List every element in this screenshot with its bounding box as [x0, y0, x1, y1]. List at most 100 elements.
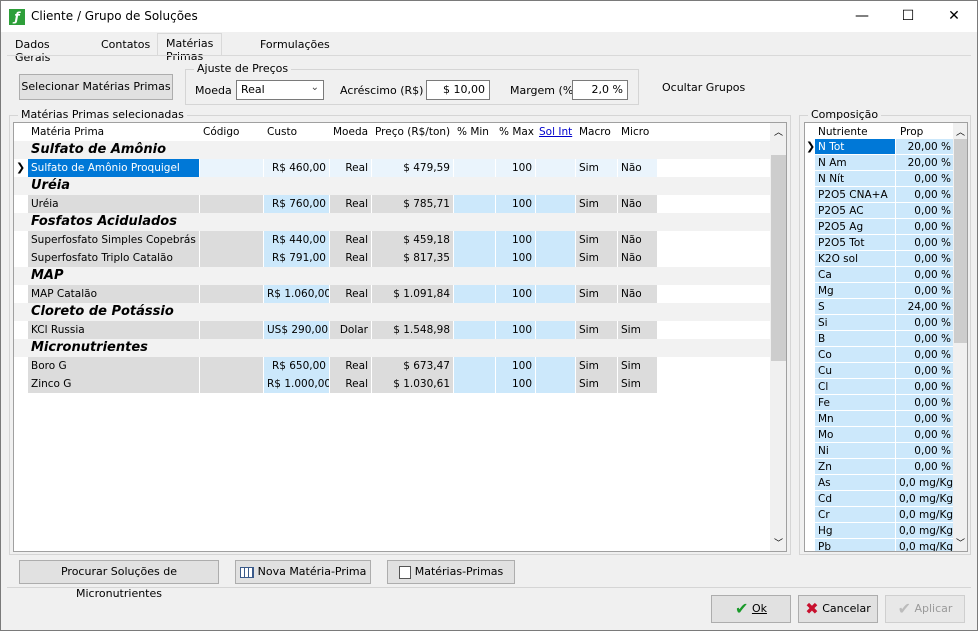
table-row[interactable]: Co 0,00 % — [805, 347, 954, 363]
table-cell[interactable] — [200, 357, 264, 375]
table-cell[interactable] — [200, 195, 264, 213]
table-row[interactable]: Cd 0,0 mg/Kg — [805, 491, 954, 507]
table-row[interactable]: N Nít 0,00 % — [805, 171, 954, 187]
table-cell[interactable]: $ 459,18 — [372, 231, 454, 249]
table-cell[interactable]: Não — [618, 195, 658, 213]
select-materials-button[interactable]: Selecionar Matérias Primas — [19, 74, 173, 100]
table-row[interactable]: Superfosfato Simples Copebrás R$ 440,00 Re… — [14, 231, 658, 249]
margem-input[interactable]: 2,0 % — [572, 80, 628, 100]
table-row[interactable]: KCl Russia US$ 290,00 Dolar $ 1.548,98 100 Si… — [14, 321, 658, 339]
hide-groups-link[interactable]: Ocultar Grupos — [662, 81, 745, 94]
table-cell[interactable]: Sim — [576, 249, 618, 267]
table-cell[interactable]: Sim — [618, 321, 658, 339]
table-cell[interactable]: Sim — [576, 285, 618, 303]
table-cell[interactable]: Sulfato de Amônio Proquigel — [28, 159, 200, 177]
table-row[interactable]: MAP Catalão R$ 1.060,00 Real $ 1.091,84 100 S… — [14, 285, 658, 303]
table-cell[interactable]: Não — [618, 249, 658, 267]
table-cell[interactable]: Não — [618, 231, 658, 249]
scroll-up-icon[interactable]: ︿ — [774, 125, 783, 138]
table-cell[interactable]: Dolar — [330, 321, 372, 339]
table-cell[interactable]: R$ 440,00 — [264, 231, 330, 249]
table-cell[interactable] — [200, 321, 264, 339]
table-cell[interactable] — [536, 321, 576, 339]
table-cell[interactable]: Sim — [618, 375, 658, 393]
table-row[interactable]: As 0,0 mg/Kg — [805, 475, 954, 491]
table-cell[interactable]: $ 1.091,84 — [372, 285, 454, 303]
table-cell[interactable]: Real — [330, 195, 372, 213]
column-header[interactable]: Matéria Prima — [28, 123, 200, 141]
scroll-thumb[interactable] — [771, 155, 786, 361]
table-cell[interactable] — [536, 159, 576, 177]
table-cell[interactable]: Sim — [618, 357, 658, 375]
table-cell[interactable]: 100 — [496, 375, 536, 393]
table-cell[interactable]: US$ 290,00 — [264, 321, 330, 339]
table-row[interactable]: Zn 0,00 % — [805, 459, 954, 475]
table-cell[interactable]: Sim — [576, 231, 618, 249]
table-cell[interactable]: 100 — [496, 159, 536, 177]
column-header[interactable]: Moeda — [330, 123, 372, 141]
table-row[interactable]: Mn 0,00 % — [805, 411, 954, 427]
table-cell[interactable]: $ 817,35 — [372, 249, 454, 267]
table-cell[interactable]: Sim — [576, 375, 618, 393]
table-cell[interactable]: Boro G — [28, 357, 200, 375]
table-cell[interactable]: Zinco G — [28, 375, 200, 393]
table-row[interactable]: Fe 0,00 % — [805, 395, 954, 411]
scroll-down-icon[interactable]: ﹀ — [956, 536, 965, 549]
table-cell[interactable]: 100 — [496, 231, 536, 249]
table-cell[interactable]: 100 — [496, 285, 536, 303]
table-cell[interactable]: Superfosfato Triplo Catalão — [28, 249, 200, 267]
table-row[interactable]: Cr 0,0 mg/Kg — [805, 507, 954, 523]
table-cell[interactable] — [454, 375, 496, 393]
table-cell[interactable]: Real — [330, 231, 372, 249]
scroll-down-icon[interactable]: ﹀ — [774, 536, 783, 549]
table-cell[interactable] — [200, 159, 264, 177]
table-row[interactable]: ❯ N Tot 20,00 % — [805, 139, 954, 155]
table-cell[interactable]: Sim — [576, 195, 618, 213]
table-row[interactable]: Boro G R$ 650,00 Real $ 673,47 100 Sim Sim — [14, 357, 658, 375]
table-cell[interactable]: Real — [330, 249, 372, 267]
column-header[interactable]: Sol Int — [536, 123, 576, 141]
table-row[interactable]: K2O sol 0,00 % — [805, 251, 954, 267]
tab-dados-gerais[interactable]: Dados Gerais — [7, 35, 58, 64]
table-cell[interactable]: MAP Catalão — [28, 285, 200, 303]
column-header[interactable]: Código — [200, 123, 264, 141]
table-row[interactable]: Pb 0,0 mg/Kg — [805, 539, 954, 551]
maximize-icon[interactable]: ☐ — [885, 1, 931, 32]
cancel-button[interactable]: ✖ Cancelar — [798, 595, 878, 623]
table-cell[interactable] — [536, 357, 576, 375]
table-cell[interactable]: R$ 650,00 — [264, 357, 330, 375]
table-cell[interactable]: $ 1.548,98 — [372, 321, 454, 339]
table-cell[interactable] — [536, 249, 576, 267]
table-row[interactable]: Ni 0,00 % — [805, 443, 954, 459]
table-cell[interactable]: R$ 1.060,00 — [264, 285, 330, 303]
table-row[interactable]: Zinco G R$ 1.000,00 Real $ 1.030,61 100 Sim Si… — [14, 375, 658, 393]
table-cell[interactable] — [200, 249, 264, 267]
tab-materias-primas[interactable]: Matérias Primas — [157, 33, 223, 63]
minimize-icon[interactable]: — — [839, 1, 885, 32]
table-cell[interactable]: Real — [330, 357, 372, 375]
table-row[interactable]: P2O5 Ag 0,00 % — [805, 219, 954, 235]
table-cell[interactable] — [536, 375, 576, 393]
table-cell[interactable] — [200, 285, 264, 303]
table-cell[interactable]: R$ 760,00 — [264, 195, 330, 213]
table-row[interactable]: S 24,00 % — [805, 299, 954, 315]
table-cell[interactable]: $ 673,47 — [372, 357, 454, 375]
table-row[interactable]: P2O5 CNA+A 0,00 % — [805, 187, 954, 203]
table-cell[interactable] — [454, 249, 496, 267]
table-cell[interactable] — [536, 231, 576, 249]
table-cell[interactable] — [454, 195, 496, 213]
table-row[interactable]: Si 0,00 % — [805, 315, 954, 331]
table-cell[interactable]: Sim — [576, 321, 618, 339]
table-cell[interactable]: 100 — [496, 321, 536, 339]
column-header[interactable]: Macro — [576, 123, 618, 141]
table-cell[interactable]: R$ 1.000,00 — [264, 375, 330, 393]
ok-button[interactable]: ✔ Ok — [711, 595, 791, 623]
table-cell[interactable]: Real — [330, 375, 372, 393]
scroll-thumb[interactable] — [954, 139, 967, 343]
moeda-select[interactable]: Real ⌄ — [236, 80, 324, 100]
table-cell[interactable]: Sim — [576, 357, 618, 375]
table-row[interactable]: Cl 0,00 % — [805, 379, 954, 395]
materials-scrollbar[interactable]: ︿ ﹀ — [770, 123, 786, 551]
table-cell[interactable] — [454, 159, 496, 177]
table-row[interactable]: Mg 0,00 % — [805, 283, 954, 299]
